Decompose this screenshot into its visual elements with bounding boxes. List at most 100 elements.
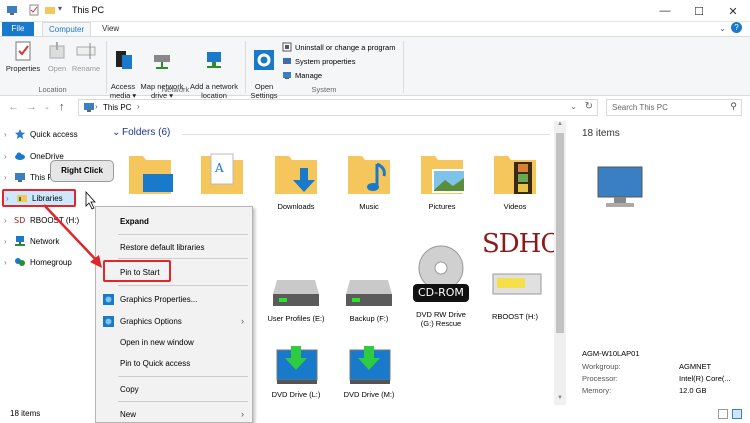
nav-item-rboost[interactable]: › SD RBOOST (H:) — [4, 211, 79, 229]
rename-icon — [76, 43, 96, 59]
expand-arrow-icon[interactable]: › — [4, 258, 14, 267]
computer-icon — [15, 173, 25, 182]
large-icons-view-icon[interactable] — [732, 409, 742, 419]
folder-tile-desktop[interactable] — [118, 150, 182, 202]
expand-arrow-icon[interactable]: › — [4, 173, 14, 182]
back-arrow-icon[interactable]: ← — [8, 101, 19, 113]
expand-arrow-icon[interactable]: › — [4, 152, 14, 161]
recent-locations-icon[interactable]: ⌄ — [44, 103, 50, 111]
menu-item-graphics-options[interactable]: Graphics Options › — [96, 311, 252, 331]
prop-value: 12.0 GB — [679, 386, 707, 395]
drive-tile-backup[interactable]: Backup (F:) — [337, 268, 401, 323]
drive-label: Backup (F:) — [349, 314, 389, 323]
prop-key: Workgroup: — [582, 362, 621, 371]
menu-label: Copy — [120, 384, 139, 394]
details-pane: 18 items AGM-W10LAP01 Workgroup: AGMNET … — [570, 119, 750, 405]
folder-tile-documents[interactable]: A — [190, 150, 254, 202]
nav-item-libraries[interactable]: › Libraries — [2, 189, 76, 207]
system-properties-button[interactable]: System properties — [282, 56, 355, 66]
details-item-count: 18 items — [582, 128, 620, 139]
maximize-button[interactable]: ☐ — [682, 0, 716, 22]
help-icon[interactable]: ? — [731, 22, 742, 33]
tab-computer[interactable]: Computer — [42, 22, 92, 37]
menu-label: Restore default libraries — [120, 242, 205, 252]
new-folder-quick-icon[interactable] — [44, 4, 56, 16]
svg-text:A: A — [214, 161, 224, 175]
nav-item-homegroup[interactable]: › Homegroup — [4, 253, 72, 271]
network-group-label: Network — [161, 85, 190, 94]
menu-item-graphics-properties[interactable]: Graphics Properties... — [96, 289, 252, 309]
menu-item-pin-quick-access[interactable]: Pin to Quick access — [96, 353, 252, 373]
title-bar: ▾ This PC — ☐ ✕ — [0, 0, 750, 22]
drive-tile-user-profiles[interactable]: User Profiles (E:) — [264, 268, 328, 323]
search-box[interactable]: Search This PC ⚲ — [606, 99, 742, 116]
menu-separator — [118, 285, 248, 286]
close-button[interactable]: ✕ — [716, 0, 750, 22]
forward-arrow-icon[interactable]: → — [26, 101, 37, 113]
breadcrumb-separator: › — [137, 102, 140, 111]
expand-arrow-icon[interactable]: › — [4, 130, 14, 139]
nav-item-quick-access[interactable]: › Quick access — [4, 125, 78, 143]
prop-key: Processor: — [582, 374, 618, 383]
address-dropdown-icon[interactable]: ⌄ — [570, 102, 577, 111]
expand-arrow-icon[interactable]: › — [4, 237, 14, 246]
drive-tile-dvd-l[interactable]: DVD Drive (L:) — [264, 340, 328, 399]
drive-tile-rboost[interactable]: SDHC RBOOST (H:) — [480, 231, 560, 321]
details-view-icon[interactable] — [718, 409, 728, 419]
hard-drive-icon — [273, 280, 319, 306]
rename-button[interactable]: Rename — [70, 40, 102, 73]
breadcrumb-this-pc[interactable]: This PC — [103, 103, 131, 112]
drive-tile-dvd-rw-rescue[interactable]: CD-ROM DVD RW Drive (G:) Rescue — [406, 244, 476, 328]
uninstall-icon — [282, 42, 292, 52]
scroll-down-icon[interactable]: ▼ — [554, 395, 566, 405]
properties-button[interactable]: Properties — [4, 40, 42, 73]
rename-label: Rename — [71, 64, 101, 73]
folder-tile-downloads[interactable]: Downloads — [264, 150, 328, 211]
menu-item-new[interactable]: New › — [96, 404, 252, 423]
system-properties-icon — [283, 58, 291, 64]
tab-view[interactable]: View — [96, 22, 125, 37]
refresh-icon[interactable]: ↻ — [585, 101, 593, 112]
drive-label: DVD Drive (L:) — [271, 390, 321, 399]
pictures-folder-icon — [421, 156, 466, 194]
menu-item-restore-libraries[interactable]: Restore default libraries — [96, 237, 252, 257]
expand-arrow-icon[interactable]: › — [4, 216, 14, 225]
ribbon-expand-icon[interactable]: ⌄ — [719, 24, 726, 33]
submenu-arrow-icon: › — [241, 316, 244, 326]
address-bar[interactable]: › This PC › ⌄ ↻ — [78, 99, 598, 116]
minimize-button[interactable]: — — [648, 0, 682, 22]
cd-rom-badge: CD-ROM — [418, 286, 464, 299]
menu-item-copy[interactable]: Copy — [96, 379, 252, 399]
properties-icon — [15, 41, 31, 61]
status-item-count: 18 items — [10, 409, 41, 418]
uninstall-program-button[interactable]: Uninstall or change a program — [282, 42, 395, 52]
system-group-label: System — [311, 85, 337, 94]
folder-label: Downloads — [277, 202, 315, 211]
vertical-scrollbar[interactable]: ▲ ▼ — [554, 121, 566, 405]
folder-tile-pictures[interactable]: Pictures — [410, 150, 474, 211]
svg-text:SD: SD — [14, 216, 25, 225]
properties-quick-icon[interactable] — [28, 4, 40, 16]
menu-separator — [118, 376, 248, 377]
menu-label: Graphics Properties... — [120, 294, 198, 304]
tab-file[interactable]: File — [2, 22, 34, 37]
drive-label: User Profiles (E:) — [267, 314, 325, 323]
folder-tile-videos[interactable]: Videos — [483, 150, 547, 211]
folders-section-header[interactable]: Folders (6) — [122, 127, 170, 138]
up-arrow-icon[interactable]: ↑ — [59, 101, 65, 113]
scroll-up-icon[interactable]: ▲ — [554, 121, 566, 131]
menu-item-open-new-window[interactable]: Open in new window — [96, 332, 252, 352]
menu-item-expand[interactable]: Expand — [96, 211, 252, 231]
manage-button[interactable]: Manage — [282, 70, 322, 80]
folders-collapse-icon[interactable]: ⌄ — [112, 127, 120, 138]
drive-tile-dvd-m[interactable]: DVD Drive (M:) — [337, 340, 401, 399]
customize-qat-icon[interactable]: ▾ — [58, 4, 62, 13]
open-button[interactable]: Open — [44, 40, 70, 73]
search-icon: ⚲ — [730, 101, 737, 111]
network-icon — [15, 236, 25, 246]
expand-arrow-icon[interactable]: › — [6, 194, 16, 203]
breadcrumb-separator: › — [95, 102, 98, 111]
scrollbar-thumb[interactable] — [556, 133, 564, 333]
folder-tile-music[interactable]: Music — [337, 150, 401, 211]
nav-item-network[interactable]: › Network — [4, 232, 59, 250]
